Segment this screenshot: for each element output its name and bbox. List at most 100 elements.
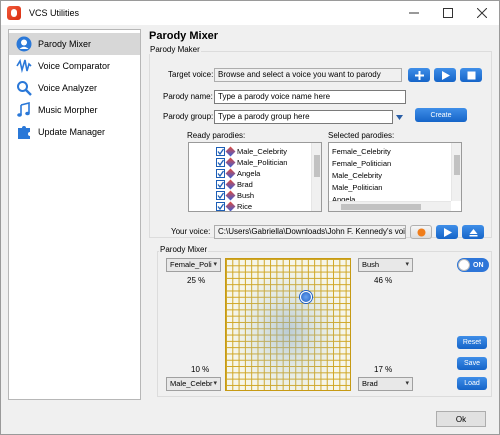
minimize-button[interactable] xyxy=(397,1,431,25)
voice-icon xyxy=(225,179,236,190)
add-voice-button[interactable] xyxy=(408,68,430,82)
bottom-right-voice-select[interactable]: Brad ▾ xyxy=(358,377,413,391)
chevron-down-icon: ▾ xyxy=(213,380,217,387)
sidebar-item-music-morpher[interactable]: Music Morpher xyxy=(9,99,140,121)
magnifier-icon xyxy=(16,80,32,96)
sidebar-item-parody-mixer[interactable]: Parody Mixer xyxy=(9,33,140,55)
stop-target-button[interactable] xyxy=(460,68,482,82)
parody-maker-group-label: Parody Maker xyxy=(149,45,201,54)
voice-icon xyxy=(225,157,236,168)
top-right-voice-select[interactable]: Bush ▾ xyxy=(358,258,413,272)
eject-icon xyxy=(469,228,477,236)
sidebar-item-voice-comparator[interactable]: Voice Comparator xyxy=(9,55,140,77)
title-bar: VCS Utilities xyxy=(1,1,499,25)
mixer-grid[interactable] xyxy=(225,258,351,391)
puzzle-icon xyxy=(16,124,32,140)
your-voice-field[interactable]: C:\Users\Gabriella\Downloads\John F. Ken… xyxy=(214,225,406,239)
save-button[interactable]: Save xyxy=(457,357,487,370)
eject-button[interactable] xyxy=(462,225,484,239)
select-value: Bush xyxy=(362,260,380,269)
list-item-label: Brad xyxy=(237,180,253,189)
list-item[interactable]: Brad xyxy=(216,179,253,190)
bottom-left-voice-select[interactable]: Male_Celebr ▾ xyxy=(166,377,221,391)
your-voice-label: Your voice: xyxy=(171,227,211,236)
list-item-label: Female_Celebrity xyxy=(332,147,391,156)
list-item[interactable]: Male_Celebrity xyxy=(216,146,287,157)
sidebar-item-label: Music Morpher xyxy=(38,105,98,115)
parody-name-field[interactable]: Type a parody voice name here xyxy=(214,90,406,104)
parody-group-label: Parody group: xyxy=(163,112,214,121)
minimize-icon xyxy=(409,12,419,14)
select-value: Brad xyxy=(362,379,378,388)
play-icon xyxy=(443,227,452,237)
sidebar-item-label: Parody Mixer xyxy=(38,39,92,49)
checkbox[interactable] xyxy=(216,147,225,156)
create-button[interactable]: Create xyxy=(415,108,467,122)
list-item[interactable]: Rice xyxy=(216,201,252,211)
music-notes-icon xyxy=(16,102,32,118)
load-button[interactable]: Load xyxy=(457,377,487,390)
scrollbar-thumb[interactable] xyxy=(341,204,421,210)
list-item[interactable]: Female_Celebrity xyxy=(332,146,391,157)
list-item[interactable]: Female_Politician xyxy=(332,158,391,169)
play-target-button[interactable] xyxy=(434,68,456,82)
reset-button[interactable]: Reset xyxy=(457,336,487,349)
plus-icon xyxy=(414,70,424,80)
voice-icon xyxy=(225,201,236,211)
select-value: Female_Poli xyxy=(170,260,212,269)
chevron-down-icon: ▾ xyxy=(405,380,409,387)
checkbox[interactable] xyxy=(216,191,225,200)
list-item[interactable]: Male_Politician xyxy=(332,182,382,193)
list-item[interactable]: Bush xyxy=(216,190,254,201)
scrollbar-thumb[interactable] xyxy=(454,155,460,175)
list-item[interactable]: Angela xyxy=(216,168,260,179)
parody-group-dropdown[interactable] xyxy=(393,110,405,124)
window-controls xyxy=(397,1,499,25)
sidebar-item-label: Voice Analyzer xyxy=(38,83,98,93)
target-voice-field[interactable]: Browse and select a voice you want to pa… xyxy=(214,68,402,82)
sidebar-item-label: Update Manager xyxy=(38,127,106,137)
mixer-toggle[interactable]: ON xyxy=(457,258,489,272)
user-head-icon xyxy=(16,36,32,52)
checkbox[interactable] xyxy=(216,180,225,189)
app-logo-icon xyxy=(7,6,21,20)
checkbox[interactable] xyxy=(216,158,225,167)
chevron-down-icon: ▾ xyxy=(213,261,217,268)
voice-icon xyxy=(225,190,236,201)
checkbox[interactable] xyxy=(216,169,225,178)
top-right-percent: 46 % xyxy=(374,276,393,285)
sidebar-item-label: Voice Comparator xyxy=(38,61,111,71)
bottom-left-percent: 10 % xyxy=(191,365,210,374)
ready-parodies-list[interactable]: Male_Celebrity Male_Politician Angela Br… xyxy=(188,142,322,212)
play-voice-button[interactable] xyxy=(436,225,458,239)
top-left-percent: 25 % xyxy=(187,276,206,285)
list-item[interactable]: Male_Celebrity xyxy=(332,170,382,181)
selected-parodies-list[interactable]: Female_Celebrity Female_Politician Male_… xyxy=(328,142,462,212)
list-item-label: Bush xyxy=(237,191,255,200)
ready-list-scrollbar[interactable] xyxy=(311,143,321,211)
parody-group-field[interactable]: Type a parody group here xyxy=(214,110,393,124)
list-item-label: Male_Celebrity xyxy=(332,171,383,180)
app-window: VCS Utilities Parody Mixer Voice Compara… xyxy=(0,0,500,435)
mixer-handle[interactable] xyxy=(300,291,312,303)
play-icon xyxy=(441,70,450,80)
close-button[interactable] xyxy=(465,1,499,25)
ok-button[interactable]: Ok xyxy=(436,411,486,427)
maximize-button[interactable] xyxy=(431,1,465,25)
sidebar-item-voice-analyzer[interactable]: Voice Analyzer xyxy=(9,77,140,99)
selected-list-hscrollbar[interactable] xyxy=(329,201,451,211)
voice-icon xyxy=(225,146,236,157)
selected-list-vscrollbar[interactable] xyxy=(451,143,461,201)
list-item-label: Male_Politician xyxy=(332,183,383,192)
parody-mixer-group-label: Parody Mixer xyxy=(159,245,209,254)
scrollbar-thumb[interactable] xyxy=(314,155,320,177)
record-button[interactable] xyxy=(410,225,432,239)
sidebar-item-update-manager[interactable]: Update Manager xyxy=(9,121,140,143)
stop-icon xyxy=(467,71,475,79)
top-left-voice-select[interactable]: Female_Poli ▾ xyxy=(166,258,221,272)
voice-icon xyxy=(225,168,236,179)
checkbox[interactable] xyxy=(216,202,225,211)
list-item-label: Male_Celebrity xyxy=(237,147,288,156)
parody-name-label: Parody name: xyxy=(163,92,213,101)
list-item[interactable]: Male_Politician xyxy=(216,157,287,168)
